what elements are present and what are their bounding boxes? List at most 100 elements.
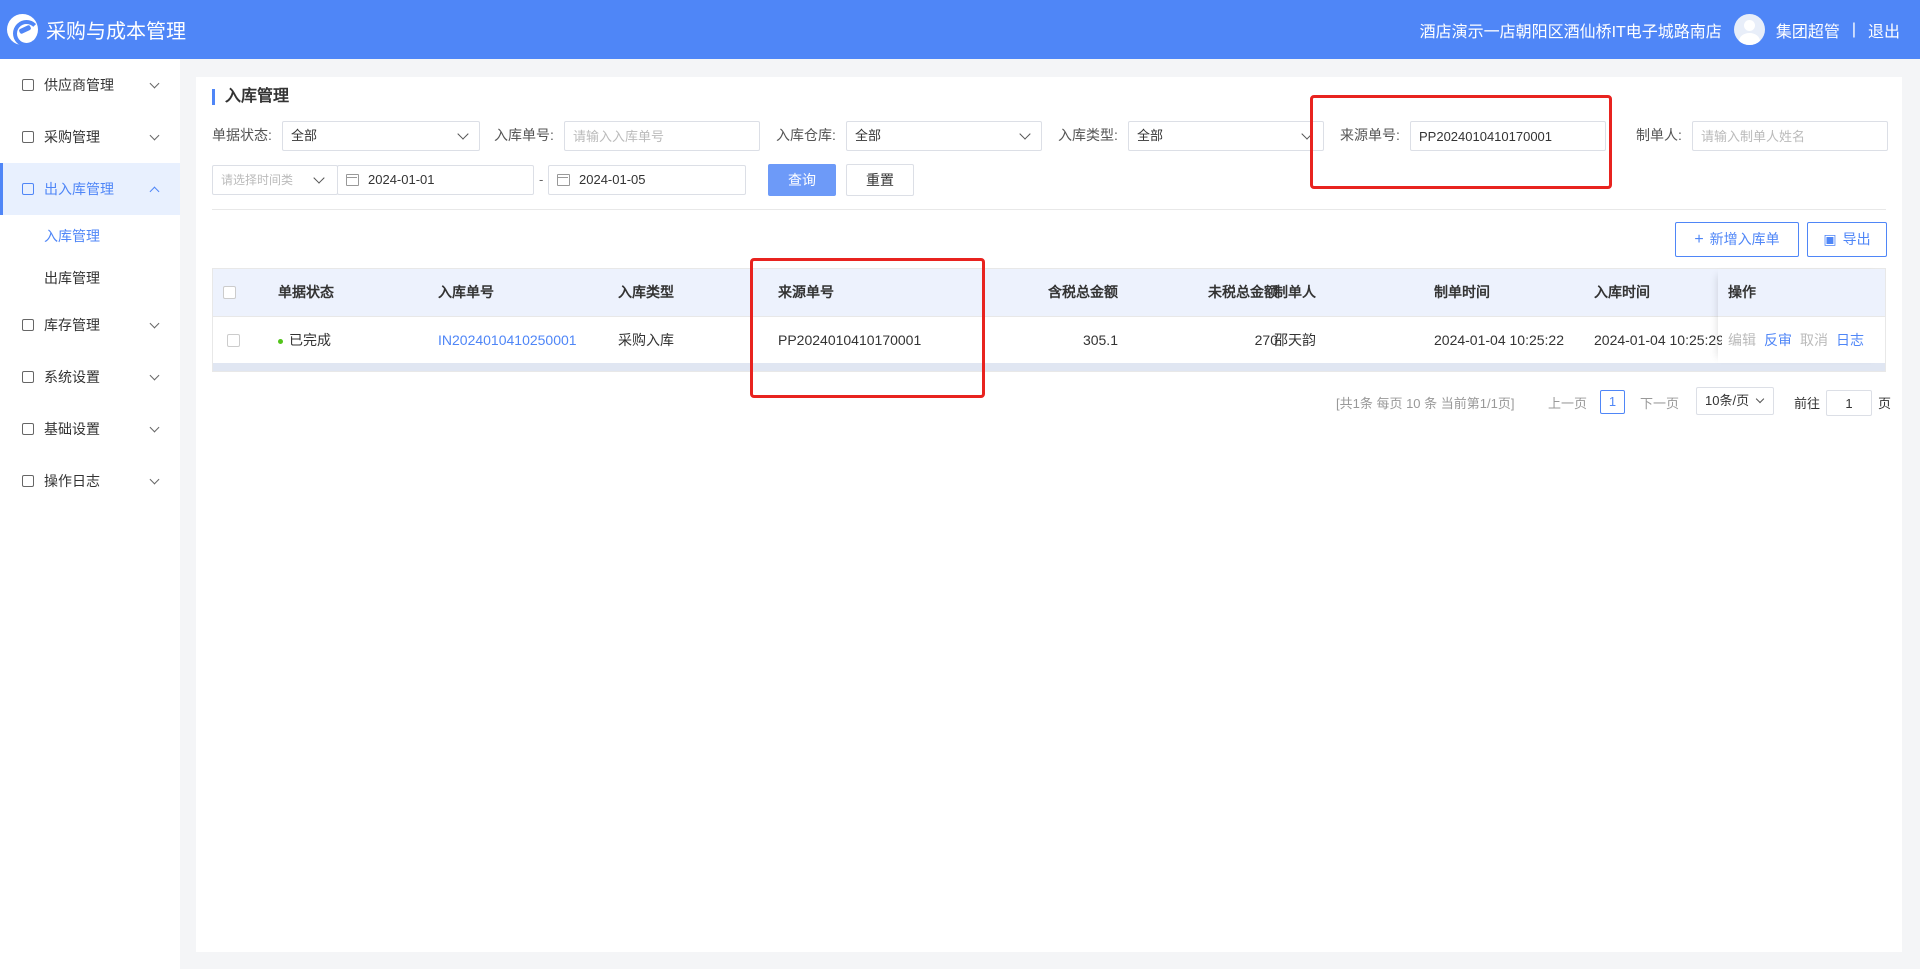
avatar[interactable] — [1733, 14, 1765, 45]
sidebar: 供应商管理 采购管理 出入库管理 入库管理 出库管理 库存管理 系统设置 基础设… — [0, 59, 180, 969]
filter-divider — [212, 209, 1886, 210]
col-header-amount-notax: 未税总金额 — [1208, 284, 1278, 300]
end-date-input[interactable]: 2024-01-05 — [548, 165, 746, 195]
end-date-value: 2024-01-05 — [579, 172, 646, 187]
sidebar-item-basic-settings[interactable]: 基础设置 — [0, 403, 180, 455]
sidebar-item-label: 基础设置 — [44, 421, 100, 437]
sidebar-item-label: 供应商管理 — [44, 77, 114, 93]
reset-button[interactable]: 重置 — [846, 164, 914, 196]
creator-label: 制单人: — [1636, 127, 1682, 143]
inbound-type-select-value: 全部 — [1137, 128, 1164, 143]
sidebar-item-operation-log[interactable]: 操作日志 — [0, 455, 180, 507]
col-header-type: 入库类型 — [618, 284, 674, 300]
add-inbound-label: 新增入库单 — [1709, 231, 1780, 247]
page-title: 入库管理 — [212, 89, 289, 105]
chevron-down-icon — [149, 130, 160, 141]
logout-button[interactable]: 退出 — [1868, 18, 1900, 42]
header-user-area: 酒店演示一店朝阳区酒仙桥IT电子城路南店 集团超管 | 退出 — [1420, 0, 1900, 59]
row-source-no: PP2024010410170001 — [778, 332, 922, 348]
query-button[interactable]: 查询 — [768, 164, 836, 196]
chevron-down-icon — [149, 474, 160, 485]
inbound-no-input[interactable] — [564, 121, 760, 151]
status-select[interactable]: 全部 — [282, 121, 480, 151]
sidebar-item-inventory[interactable]: 库存管理 — [0, 299, 180, 351]
goto-label: 前往 — [1794, 396, 1821, 411]
header-separator: | — [1851, 20, 1856, 38]
warehouse-select-value: 全部 — [855, 128, 882, 143]
supplier-icon — [22, 79, 34, 91]
status-select-value: 全部 — [291, 128, 318, 143]
status-dot-icon — [278, 338, 283, 344]
creator-input[interactable] — [1692, 121, 1888, 151]
top-header: 采购与成本管理 酒店演示一店朝阳区酒仙桥IT电子城路南店 集团超管 | 退出 — [0, 0, 1920, 59]
chevron-down-icon — [149, 422, 160, 433]
store-name[interactable]: 酒店演示一店朝阳区酒仙桥IT电子城路南店 — [1420, 18, 1722, 42]
calendar-icon — [346, 174, 359, 186]
warehouse-select[interactable]: 全部 — [846, 121, 1042, 151]
add-inbound-button[interactable]: + 新增入库单 — [1675, 222, 1799, 257]
sidebar-subitem-outbound[interactable]: 出库管理 — [0, 257, 180, 299]
inbound-table: 单据状态 入库单号 入库类型 来源单号 含税总金额 未税总金额 制单人 制单时间… — [212, 268, 1886, 372]
purchase-icon — [22, 131, 34, 143]
sidebar-item-label: 库存管理 — [44, 317, 100, 333]
table-header: 单据状态 入库单号 入库类型 来源单号 含税总金额 未税总金额 制单人 制单时间… — [213, 269, 1885, 316]
sidebar-item-label: 采购管理 — [44, 129, 100, 145]
row-inbound-no-link[interactable]: IN2024010410250001 — [438, 317, 608, 364]
row-creator: 邵天韵 — [1274, 332, 1316, 348]
warehouse-label: 入库仓库: — [776, 127, 836, 143]
page-size-select[interactable]: 10条/页 — [1696, 387, 1774, 415]
status-filter-label: 单据状态: — [212, 127, 272, 143]
sidebar-item-label: 操作日志 — [44, 473, 100, 489]
goto-page-input[interactable] — [1826, 390, 1872, 416]
start-date-value: 2024-01-01 — [368, 172, 435, 187]
pagination-summary: [共1条 每页 10 条 当前第1/1页] — [1336, 396, 1515, 411]
col-header-source-no: 来源单号 — [778, 284, 834, 300]
source-no-input[interactable] — [1410, 121, 1606, 151]
page-number-current[interactable]: 1 — [1600, 390, 1625, 414]
col-header-status: 单据状态 — [278, 284, 334, 300]
system-settings-icon — [22, 371, 34, 383]
row-amount-notax: 270 — [1254, 332, 1278, 348]
chevron-down-icon — [313, 172, 325, 184]
col-header-create-time: 制单时间 — [1434, 284, 1490, 300]
next-page-button[interactable]: 下一页 — [1640, 390, 1679, 418]
col-header-amount-tax: 含税总金额 — [1048, 284, 1118, 300]
chevron-down-icon — [149, 318, 160, 329]
prev-page-button[interactable]: 上一页 — [1548, 390, 1587, 418]
inbound-type-select[interactable]: 全部 — [1128, 121, 1324, 151]
sidebar-item-supplier[interactable]: 供应商管理 — [0, 59, 180, 111]
page-size-value: 10条/页 — [1705, 393, 1750, 408]
fixed-operations-column — [1718, 269, 1886, 363]
user-name[interactable]: 集团超管 — [1776, 18, 1840, 42]
source-no-label: 来源单号: — [1340, 127, 1400, 143]
sidebar-item-purchase[interactable]: 采购管理 — [0, 111, 180, 163]
table-row[interactable]: 已完成 IN2024010410250001 采购入库 PP2024010410… — [213, 316, 1885, 363]
export-label: 导出 — [1842, 231, 1871, 247]
col-header-inbound-time: 入库时间 — [1594, 284, 1650, 300]
warehouse-io-icon — [22, 183, 34, 195]
export-button[interactable]: ▣ 导出 — [1807, 222, 1887, 257]
row-status-text: 已完成 — [289, 332, 331, 348]
time-type-select[interactable]: 请选择时间类 — [212, 165, 338, 195]
chevron-down-icon — [1301, 128, 1313, 140]
sidebar-item-warehouse-io[interactable]: 出入库管理 — [0, 163, 180, 215]
col-header-creator: 制单人 — [1274, 284, 1316, 300]
select-all-checkbox[interactable] — [223, 286, 236, 299]
main-content: 入库管理 单据状态: 全部 入库单号: 入库仓库: 全部 入库类型: 全部 来源… — [196, 77, 1902, 952]
row-type: 采购入库 — [618, 332, 674, 348]
sidebar-item-system-settings[interactable]: 系统设置 — [0, 351, 180, 403]
sidebar-subitem-inbound[interactable]: 入库管理 — [0, 215, 180, 257]
row-checkbox[interactable] — [227, 334, 240, 347]
chevron-down-icon — [1755, 394, 1765, 404]
inbound-type-label: 入库类型: — [1058, 127, 1118, 143]
chevron-down-icon — [457, 128, 469, 140]
start-date-input[interactable]: 2024-01-01 — [337, 165, 534, 195]
row-inbound-time: 2024-01-04 10:25:29 — [1594, 332, 1722, 348]
row-create-time: 2024-01-04 10:25:22 — [1434, 332, 1564, 348]
table-horizontal-scrollbar[interactable] — [213, 363, 1885, 371]
row-amount-tax: 305.1 — [1082, 332, 1118, 348]
app-title: 采购与成本管理 — [46, 21, 186, 43]
log-icon — [22, 475, 34, 487]
gear-icon — [22, 423, 34, 435]
sidebar-item-label: 出入库管理 — [44, 181, 114, 197]
